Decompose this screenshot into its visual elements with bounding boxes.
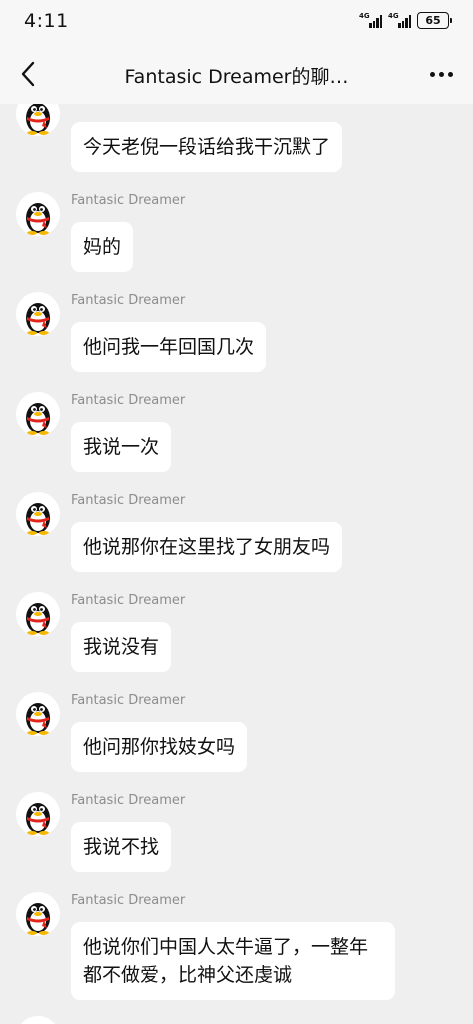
qq-penguin-icon (26, 703, 50, 735)
network-type-label: 4G (359, 11, 370, 20)
avatar[interactable] (16, 392, 60, 436)
chat-title: Fantasic Dreamer的聊… (124, 66, 349, 88)
message-bubble[interactable]: 妈的 (71, 222, 134, 272)
avatar[interactable] (16, 292, 60, 336)
sender-name: Fantasic Dreamer (71, 493, 186, 508)
qq-penguin-icon (16, 1016, 60, 1024)
qq-penguin-icon (26, 603, 50, 635)
avatar[interactable] (16, 792, 60, 836)
back-button[interactable] (14, 58, 42, 90)
status-time: 4:11 (24, 10, 69, 32)
message-bubble[interactable]: 我说不找 (71, 822, 172, 872)
sender-name: Fantasic Dreamer (71, 193, 186, 208)
battery-icon: 65 (417, 12, 452, 29)
top-bar: 4:11 4G 4G 65 Fantasic Dreamer的聊… (0, 0, 473, 104)
signal-icon: 4G (359, 11, 382, 28)
message-bubble[interactable]: 他说你们中国人太牛逼了，一整年都不做爱，比神父还虔诚 (71, 922, 395, 1000)
qq-penguin-icon (26, 503, 50, 535)
more-button[interactable] (427, 62, 455, 86)
network-type-label: 4G (388, 11, 399, 20)
avatar[interactable] (16, 1016, 60, 1024)
sender-name: Fantasic Dreamer (71, 693, 186, 708)
message-bubble[interactable]: 他问我一年回国几次 (71, 322, 267, 372)
avatar[interactable] (16, 892, 60, 936)
message-bubble[interactable]: 他说那你在这里找了女朋友吗 (71, 522, 343, 572)
qq-penguin-icon (26, 303, 50, 335)
qq-penguin-icon (26, 803, 50, 835)
qq-penguin-icon (26, 203, 50, 235)
sender-name: Fantasic Dreamer (71, 593, 186, 608)
avatar[interactable] (16, 592, 60, 636)
chat-screen: Fantasic Dreamer 今天老倪一段话给我干沉默了 Fantasic … (0, 0, 473, 1024)
more-dots-icon (429, 71, 435, 77)
avatar[interactable] (16, 192, 60, 236)
sender-name: Fantasic Dreamer (71, 793, 186, 808)
sender-name: Fantasic Dreamer (71, 293, 186, 308)
sender-name: Fantasic Dreamer (71, 393, 186, 408)
qq-penguin-icon (26, 403, 50, 435)
avatar[interactable] (16, 692, 60, 736)
message-bubble[interactable]: 我说一次 (71, 422, 172, 472)
sender-name: Fantasic Dreamer (71, 893, 186, 908)
chevron-left-icon (21, 61, 35, 87)
signal-icon: 4G (388, 11, 411, 28)
qq-penguin-icon (26, 903, 50, 935)
message-bubble[interactable]: 他问那你找妓女吗 (71, 722, 248, 772)
avatar[interactable] (16, 492, 60, 536)
status-icons: 4G 4G 65 (359, 11, 452, 29)
message-bubble[interactable]: 我说没有 (71, 622, 172, 672)
message-bubble[interactable]: 今天老倪一段话给我干沉默了 (71, 122, 343, 172)
